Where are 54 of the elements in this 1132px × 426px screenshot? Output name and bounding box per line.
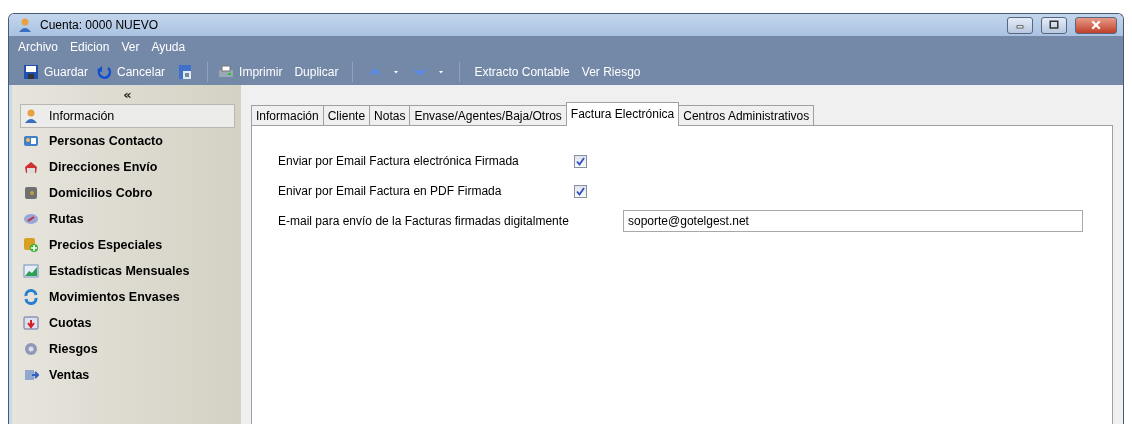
sidebar-item[interactable]: Riesgos <box>20 336 235 362</box>
menu-item[interactable]: Archivo <box>13 38 63 56</box>
checkbox[interactable] <box>574 154 587 168</box>
sidebar-item-icon <box>23 133 39 149</box>
toolbar-button[interactable]: Imprimir <box>235 62 287 81</box>
tab[interactable]: Factura Electrónica <box>565 102 680 126</box>
sidebar-item-icon <box>23 289 39 305</box>
person-icon <box>17 17 33 33</box>
tab[interactable]: Información <box>251 105 324 125</box>
field-label: Enivar por Email Factura en PDF Firmada <box>278 184 503 198</box>
sidebar-item[interactable]: Rutas <box>20 206 235 232</box>
toolbar-button[interactable]: Extracto Contable <box>470 62 574 81</box>
document-icon <box>177 63 194 80</box>
tab[interactable]: Envase/Agentes/Baja/Otros <box>409 105 567 125</box>
maximize-icon <box>1048 19 1060 31</box>
checkbox[interactable] <box>574 184 587 198</box>
toolbar-button[interactable]: Guardar <box>40 62 93 81</box>
toolbar-button[interactable]: Ver Riesgo <box>577 62 645 81</box>
field-label: Enviar por Email Factura electrónica Firmada <box>278 154 520 168</box>
sidebar-item[interactable]: Direcciones Envío <box>20 154 235 180</box>
menu-item[interactable]: Ayuda <box>146 38 191 56</box>
sidebar-item[interactable]: Precios Especiales <box>20 232 235 258</box>
close-button[interactable] <box>1075 16 1117 34</box>
field-label: E-mail para envío de la Facturas firmadas digitalmente <box>278 214 570 228</box>
sidebar-item-icon <box>23 159 39 175</box>
sidebar-item[interactable]: Estadísticas Mensuales <box>20 258 235 284</box>
menu-item[interactable]: Ver <box>116 38 145 56</box>
sidebar-item[interactable]: Ventas <box>20 362 235 388</box>
sidebar-item[interactable]: Domicilios Cobro <box>20 180 235 206</box>
tab[interactable]: Centros Administrativos <box>678 105 815 125</box>
sidebar-item[interactable]: Información <box>20 104 235 128</box>
maximize-button[interactable] <box>1041 16 1067 34</box>
close-icon <box>1090 19 1102 31</box>
sidebar-item-icon <box>23 263 39 279</box>
sidebar-item-icon <box>23 367 39 383</box>
sidebar-item[interactable]: Personas Contacto <box>20 128 235 154</box>
sidebar-item-icon <box>23 237 39 253</box>
undo-icon <box>96 63 113 80</box>
sidebar-item-icon <box>23 315 39 331</box>
toolbar-button[interactable]: Duplicar <box>290 62 343 81</box>
sidebar-item[interactable]: Movimientos Envases <box>20 284 235 310</box>
toolbar-button[interactable]: Cancelar <box>113 62 170 81</box>
printer-icon <box>218 63 235 80</box>
email-field[interactable]: soporte@gotelgest.net <box>623 210 1083 232</box>
save-icon <box>23 63 39 80</box>
window-title: Cuenta: 0000 NUEVO <box>40 18 160 32</box>
sidebar-item-icon <box>23 341 39 357</box>
sidebar-item-icon <box>23 108 39 124</box>
menu-item[interactable]: Edicion <box>65 38 115 56</box>
minimize-button[interactable] <box>1007 16 1033 34</box>
sidebar-item-icon <box>23 185 39 201</box>
sidebar-item-icon <box>23 211 39 227</box>
collapse-button[interactable]: « <box>123 87 132 102</box>
sidebar-item[interactable]: Cuotas <box>20 310 235 336</box>
